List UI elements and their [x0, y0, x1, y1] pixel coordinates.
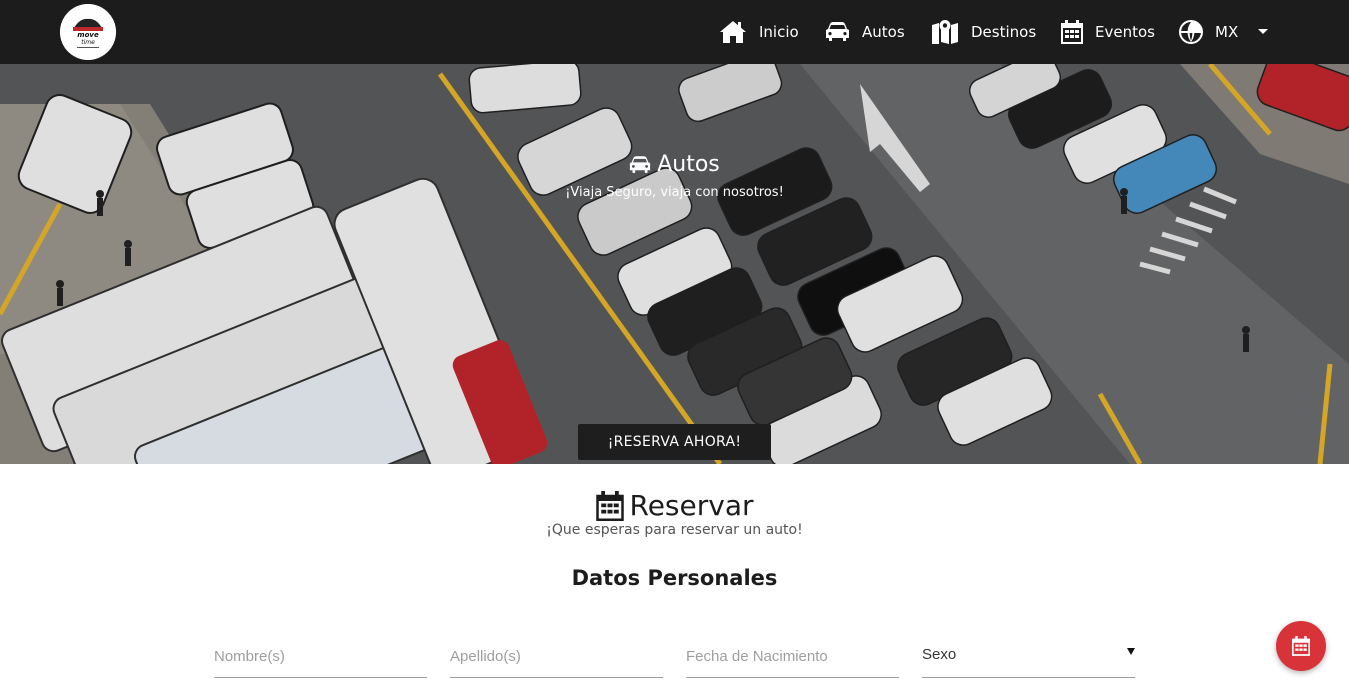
- language-label: MX: [1215, 23, 1239, 41]
- car-icon: [826, 22, 849, 41]
- calendar-icon: [1292, 636, 1310, 656]
- first-name-field[interactable]: [214, 640, 427, 678]
- chevron-down-icon[interactable]: [1258, 29, 1268, 34]
- first-name-input[interactable]: [214, 640, 427, 672]
- car-icon: [630, 155, 651, 173]
- nav-item-destinos[interactable]: Destinos: [931, 0, 1036, 64]
- sex-select-value: Sexo: [922, 646, 957, 663]
- last-name-input[interactable]: [450, 640, 663, 672]
- brand-logo[interactable]: move time: [60, 4, 116, 60]
- reserve-title: Reservar: [0, 489, 1349, 522]
- dropdown-arrow-icon: [1127, 648, 1135, 655]
- hero-title: Autos: [0, 152, 1349, 177]
- nav-item-inicio[interactable]: Inicio: [719, 0, 799, 64]
- nav-item-eventos[interactable]: Eventos: [1061, 0, 1155, 64]
- svg-text:move: move: [77, 31, 99, 39]
- reserve-subtitle: ¡Que esperas para reservar un auto!: [546, 522, 803, 538]
- floating-calendar-button[interactable]: [1276, 621, 1326, 671]
- nav-label-eventos: Eventos: [1095, 23, 1155, 41]
- nav-item-autos[interactable]: Autos: [825, 0, 905, 64]
- reserve-title-text: Reservar: [629, 489, 754, 522]
- personal-data-heading: Datos Personales: [571, 566, 778, 590]
- nav-label-destinos: Destinos: [971, 23, 1037, 41]
- calendar-icon: [595, 490, 624, 521]
- language-selector[interactable]: MX: [1179, 0, 1238, 64]
- reserve-now-button[interactable]: ¡RESERVA AHORA!: [578, 424, 771, 460]
- hero-subtitle: ¡Viaja Seguro, viaja con nosotros!: [565, 185, 784, 200]
- last-name-field[interactable]: [450, 640, 663, 678]
- hero-carousel: Autos ¡Viaja Seguro, viaja con nosotros!…: [0, 64, 1349, 464]
- hero-image: [0, 64, 1349, 464]
- map-icon: [932, 20, 958, 44]
- svg-text:time: time: [81, 39, 95, 46]
- birthdate-input[interactable]: [686, 640, 899, 672]
- hero-title-text: Autos: [657, 152, 720, 177]
- home-icon: [720, 21, 746, 43]
- nav-label-inicio: Inicio: [759, 23, 799, 41]
- sex-select[interactable]: Sexo: [922, 640, 1135, 678]
- birthdate-field[interactable]: [686, 640, 899, 678]
- nav-label-autos: Autos: [862, 23, 905, 41]
- calendar-icon: [1061, 20, 1083, 44]
- globe-icon: [1179, 20, 1203, 44]
- navbar: move time Inicio Autos Destinos Eventos …: [0, 0, 1349, 64]
